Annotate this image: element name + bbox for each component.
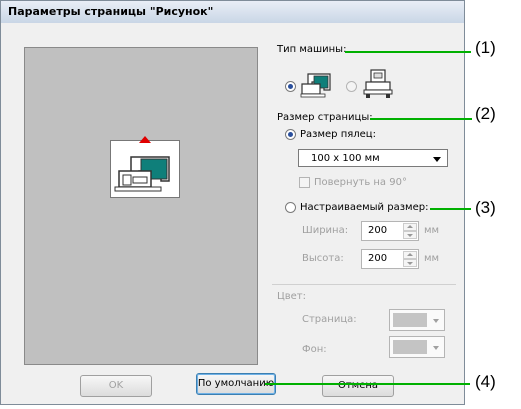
height-up-button[interactable] xyxy=(403,251,417,259)
callout-3: (3) xyxy=(475,198,496,217)
single-needle-machine-icon[interactable] xyxy=(300,70,334,98)
machine-single-needle-radio[interactable] xyxy=(285,81,296,92)
arrow-up-icon xyxy=(407,253,413,256)
callout-line-3 xyxy=(430,208,471,210)
callout-2: (2) xyxy=(475,104,496,123)
width-unit: мм xyxy=(424,225,440,236)
machine-type-label: Тип машины: xyxy=(277,44,347,55)
page-preview xyxy=(24,47,258,365)
arrow-down-icon xyxy=(407,234,413,237)
chevron-down-icon xyxy=(433,319,439,323)
callout-line-1 xyxy=(345,51,471,53)
hoop-preview xyxy=(110,140,180,198)
default-button[interactable]: По умолчанию xyxy=(196,373,276,395)
hoop-size-dropdown[interactable]: 100 x 100 мм xyxy=(298,149,448,167)
machine-multi-needle-radio[interactable] xyxy=(346,81,357,92)
width-up-button[interactable] xyxy=(403,223,417,231)
arrow-down-icon xyxy=(407,262,413,265)
callout-line-4 xyxy=(265,383,470,385)
hoop-size-label: Размер пялец: xyxy=(300,129,376,140)
color-label: Цвет: xyxy=(277,291,307,302)
embroidery-machine-icon xyxy=(114,156,170,192)
background-color-label: Фон: xyxy=(302,344,327,355)
hoop-size-value: 100 x 100 мм xyxy=(311,153,380,164)
hoop-size-radio[interactable] xyxy=(285,129,296,140)
width-label: Ширина: xyxy=(302,225,349,236)
height-unit: мм xyxy=(424,253,440,264)
height-spinner[interactable]: 200 xyxy=(361,249,419,269)
callout-4: (4) xyxy=(475,372,496,391)
width-down-button[interactable] xyxy=(403,231,417,239)
ok-button[interactable]: OK xyxy=(80,375,152,397)
width-value: 200 xyxy=(368,225,388,236)
separator xyxy=(272,284,456,285)
width-spinner[interactable]: 200 xyxy=(361,221,419,241)
custom-size-radio[interactable] xyxy=(285,202,296,213)
page-color-swatch xyxy=(393,313,427,327)
callout-1: (1) xyxy=(475,38,496,57)
arrow-up-icon xyxy=(407,225,413,228)
rotate-label: Повернуть на 90° xyxy=(314,177,407,188)
chevron-down-icon xyxy=(433,157,441,162)
multi-needle-machine-icon[interactable] xyxy=(363,68,393,100)
page-color-label: Страница: xyxy=(302,314,357,325)
page-color-picker[interactable] xyxy=(389,309,445,331)
dialog-title: Параметры страницы "Рисунок" xyxy=(8,5,214,18)
background-color-swatch xyxy=(393,340,427,354)
height-label: Высота: xyxy=(302,253,344,264)
page-size-label: Размер страницы: xyxy=(277,112,373,123)
cancel-button[interactable]: Отмена xyxy=(322,375,394,397)
height-down-button[interactable] xyxy=(403,259,417,267)
chevron-down-icon xyxy=(433,346,439,350)
height-value: 200 xyxy=(368,253,388,264)
callout-line-2 xyxy=(370,118,472,120)
custom-size-label: Настраиваемый размер: xyxy=(300,202,429,213)
rotate-checkbox[interactable] xyxy=(299,177,310,188)
hoop-orientation-marker xyxy=(139,136,151,143)
background-color-picker[interactable] xyxy=(389,336,445,358)
